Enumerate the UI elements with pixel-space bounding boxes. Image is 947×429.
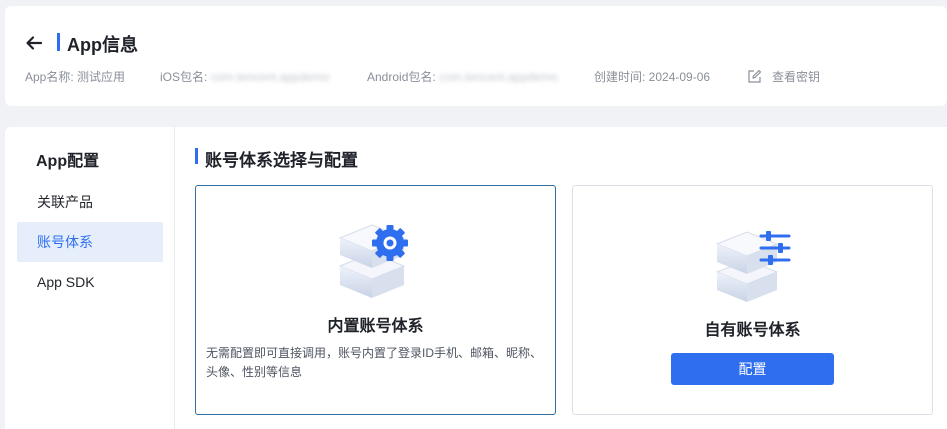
section-title: 账号体系选择与配置: [205, 151, 358, 170]
ios-package-label: iOS包名:: [160, 70, 208, 84]
server-sliders-icon: [715, 231, 791, 302]
title-accent-bar: [57, 33, 60, 51]
created-time-meta: 创建时间: 2024-09-06: [594, 70, 711, 84]
config-sidebar: App配置 关联产品 账号体系 App SDK: [5, 127, 175, 429]
page-title: App信息: [67, 35, 138, 55]
configure-button[interactable]: 配置: [671, 353, 834, 385]
android-package-value: com.tencent.appdemo: [439, 70, 558, 84]
config-panel: App配置 关联产品 账号体系 App SDK 账号体系选择与配置 内置账号体系…: [5, 127, 947, 429]
android-package-meta: Android包名: com.tencent.appdemo: [367, 68, 558, 85]
sidebar-title: App配置: [36, 153, 100, 170]
android-package-label: Android包名:: [367, 70, 436, 84]
sidebar-item-account-system[interactable]: 账号体系: [17, 222, 163, 262]
edit-icon: [748, 69, 762, 83]
custom-account-title: 自有账号体系: [704, 322, 801, 339]
arrow-left-icon: [26, 36, 43, 50]
custom-account-card[interactable]: 自有账号体系 配置: [572, 185, 933, 415]
builtin-account-title: 内置账号体系: [327, 318, 424, 335]
back-button[interactable]: [23, 32, 45, 54]
ios-package-value: com.tencent.appdemo: [210, 70, 330, 84]
section-accent-bar: [195, 148, 198, 164]
builtin-account-description: 无需配置即可直接调用，账号内置了登录ID手机、邮箱、昵称、头像、性别等信息: [206, 346, 543, 379]
ios-package-meta: iOS包名: com.tencent.appdemo: [160, 68, 329, 85]
sidebar-item-linked-products[interactable]: 关联产品: [17, 182, 163, 222]
view-key-link[interactable]: 查看密钥: [747, 68, 820, 85]
builtin-account-card[interactable]: 内置账号体系 无需配置即可直接调用，账号内置了登录ID手机、邮箱、昵称、头像、性…: [195, 185, 556, 415]
app-name-meta: App名称: 测试应用: [25, 70, 126, 84]
view-key-label: 查看密钥: [772, 70, 821, 84]
sidebar-item-app-sdk[interactable]: App SDK: [17, 262, 163, 302]
app-info-header: App信息 App名称: 测试应用 iOS包名: com.tencent.app…: [5, 6, 947, 106]
server-gear-icon: [338, 224, 408, 298]
